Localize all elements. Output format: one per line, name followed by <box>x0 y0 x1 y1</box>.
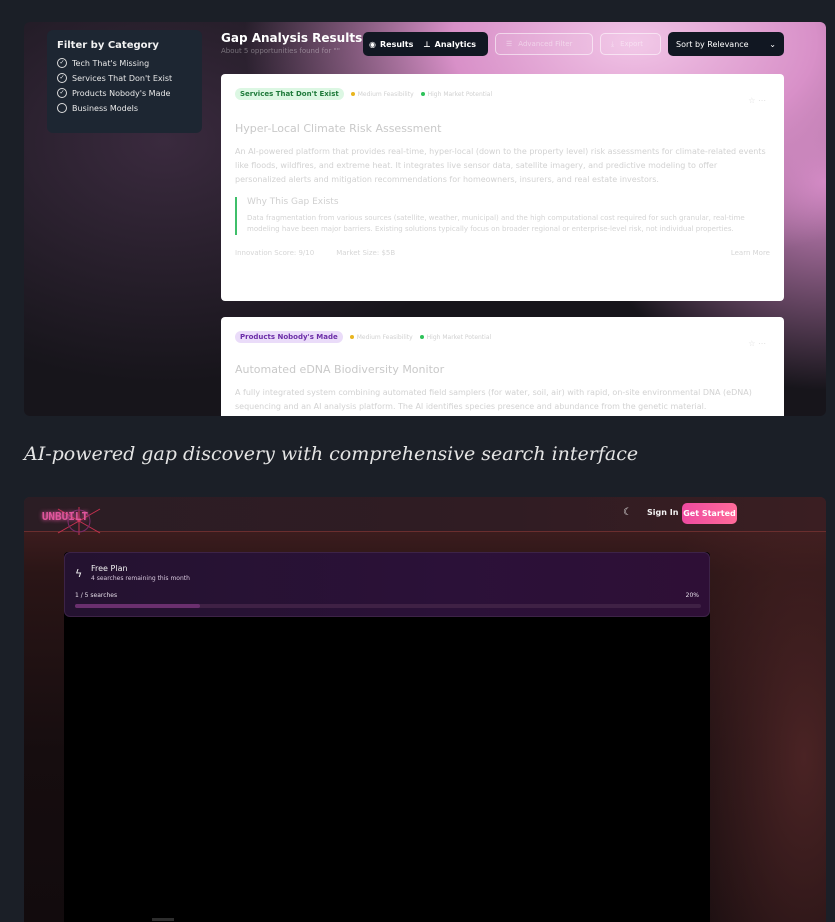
market-size: Market Size: $5B <box>336 249 396 257</box>
analytics-tab-label: Analytics <box>434 39 476 49</box>
plan-card: ϟ Free Plan 4 searches remaining this mo… <box>64 552 710 617</box>
filter-label: Business Models <box>72 103 139 113</box>
screenshot-caption: AI-powered gap discovery with comprehens… <box>24 443 639 465</box>
feasibility-text: Medium Feasibility <box>356 333 413 341</box>
card-description: A fully integrated system combining auto… <box>235 388 752 411</box>
filter-item-products[interactable]: ✓ Products Nobody's Made <box>57 88 192 98</box>
sort-value: Sort by Relevance <box>676 39 749 49</box>
feasibility-label: Medium Feasibility <box>350 90 414 98</box>
results-header: Gap Analysis Results About 5 opportuniti… <box>221 31 362 55</box>
gap-analysis-screenshot: Filter by Category ✓ Tech That's Missing… <box>24 22 826 416</box>
chart-icon: ⊥ <box>423 39 431 49</box>
why-gap-box: Why This Gap Exists Data fragmentation f… <box>235 197 770 235</box>
export-button[interactable]: ⤓ Export <box>600 33 661 55</box>
usage-percent: 20% <box>685 592 699 599</box>
sort-select[interactable]: Sort by Relevance ⌄ <box>668 32 784 56</box>
feasibility-text: Medium Feasibility <box>357 90 414 98</box>
search-count: 1 / 5 searches <box>75 592 118 599</box>
results-tab-label: Results <box>379 39 414 49</box>
filter-item-business[interactable]: Business Models <box>57 103 192 113</box>
why-title: Why This Gap Exists <box>247 197 339 207</box>
results-subtitle: About 5 opportunities found for "" <box>221 47 340 55</box>
result-card[interactable]: Services That Don't Exist Medium Feasibi… <box>221 74 784 301</box>
sign-in-button[interactable]: Sign In <box>647 508 678 517</box>
bookmark-icon[interactable]: ☆ ⋯ <box>748 96 766 105</box>
advanced-filter-button[interactable]: ☰ Advanced Filter <box>495 33 593 55</box>
filter-title: Filter by Category <box>57 40 159 51</box>
view-toggle: ◉ Results ⊥ Analytics <box>363 32 488 56</box>
eye-icon: ◉ <box>369 39 376 49</box>
learn-more-link[interactable]: Learn More <box>731 249 770 257</box>
divider <box>152 918 174 921</box>
logo-text: UNBUILT <box>41 509 89 523</box>
why-text: Data fragmentation from various sources … <box>247 214 745 233</box>
filter-icon: ☰ <box>506 40 513 48</box>
innovation-score: Innovation Score: 9/10 <box>235 249 315 257</box>
plan-name: Free Plan <box>91 564 128 573</box>
status-dot <box>350 92 355 96</box>
lightning-icon: ϟ <box>75 567 83 580</box>
market-label: High Market Potential <box>420 90 493 98</box>
bookmark-icon[interactable]: ☆ ⋯ <box>748 339 766 348</box>
category-badge: Services That Don't Exist <box>235 88 344 100</box>
status-dot <box>419 335 424 339</box>
market-label: High Market Potential <box>419 333 492 341</box>
card-description: An AI-powered platform that provides rea… <box>235 147 766 184</box>
filter-label: Services That Don't Exist <box>72 73 173 83</box>
card-footer: Innovation Score: 9/10 Market Size: $5B … <box>235 249 770 257</box>
logo[interactable]: UNBUILT <box>38 503 101 535</box>
market-text: High Market Potential <box>427 90 493 98</box>
filter-item-services[interactable]: ✓ Services That Don't Exist <box>57 73 192 83</box>
card-tags: Products Nobody's Made Medium Feasibilit… <box>235 331 770 343</box>
card-title: Hyper-Local Climate Risk Assessment <box>235 122 442 135</box>
download-icon: ⤓ <box>611 39 615 48</box>
market-text: High Market Potential <box>426 333 492 341</box>
analytics-tab[interactable]: ⊥ Analytics <box>423 40 476 49</box>
feasibility-label: Medium Feasibility <box>349 333 413 341</box>
moon-icon[interactable]: ☾ <box>623 507 632 518</box>
card-title: Automated eDNA Biodiversity Monitor <box>235 363 445 376</box>
get-started-button[interactable]: Get Started <box>682 503 737 524</box>
filter-label: Products Nobody's Made <box>72 88 171 98</box>
status-dot <box>349 335 354 339</box>
filter-panel: Filter by Category ✓ Tech That's Missing… <box>47 30 202 133</box>
result-card[interactable]: Products Nobody's Made Medium Feasibilit… <box>221 317 784 416</box>
usage-progress-fill <box>75 604 201 608</box>
export-label: Export <box>620 40 644 48</box>
results-tab[interactable]: ◉ Results <box>369 40 413 49</box>
check-icon: ✓ <box>57 88 67 98</box>
chevron-down-icon: ⌄ <box>769 39 776 49</box>
check-icon: ✓ <box>57 58 67 68</box>
navbar: UNBUILT ☾ Sign In Get Started <box>24 497 826 535</box>
page-title: Gap Analysis Results <box>221 31 363 45</box>
main-content: ϟ Free Plan 4 searches remaining this mo… <box>64 552 710 922</box>
advanced-filter-label: Advanced Filter <box>518 40 573 48</box>
usage-progress-bar <box>75 604 701 608</box>
filter-label: Tech That's Missing <box>72 58 150 68</box>
filter-item-tech[interactable]: ✓ Tech That's Missing <box>57 58 192 68</box>
dashboard-screenshot: UNBUILT ☾ Sign In Get Started ϟ Free Pla… <box>24 497 826 922</box>
card-tags: Services That Don't Exist Medium Feasibi… <box>235 88 770 100</box>
plan-remaining: 4 searches remaining this month <box>91 575 190 582</box>
status-dot <box>420 92 425 96</box>
check-icon: ✓ <box>57 73 67 83</box>
category-badge: Products Nobody's Made <box>235 331 343 343</box>
empty-circle-icon <box>57 103 67 113</box>
